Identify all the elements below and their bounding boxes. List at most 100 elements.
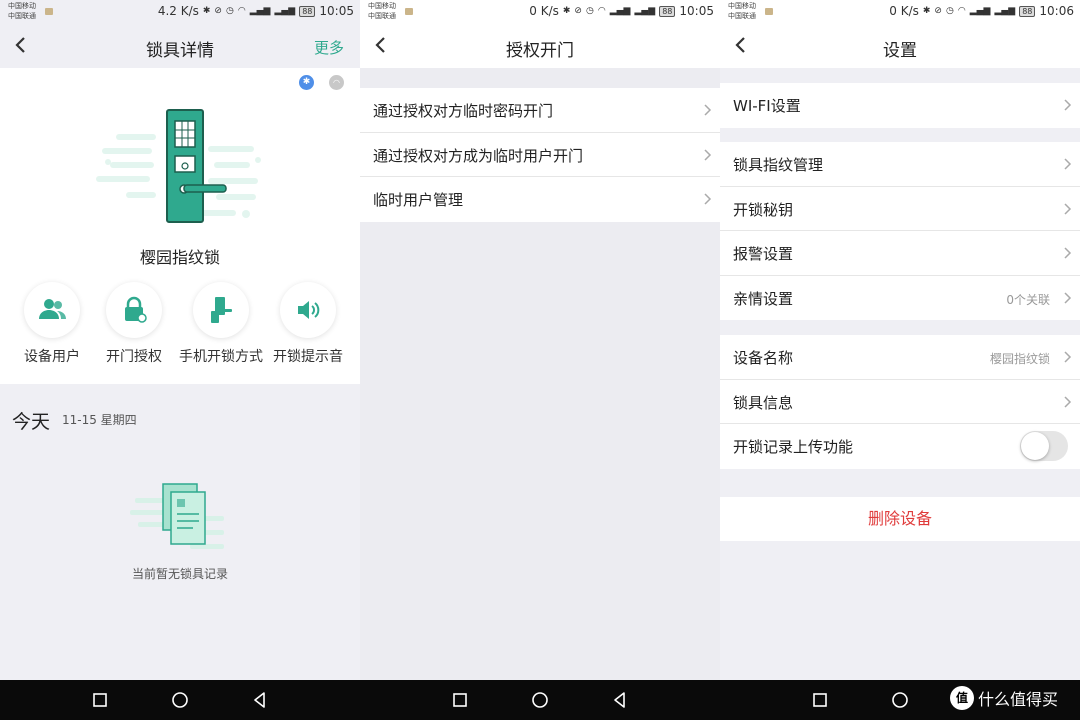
back-button[interactable] — [730, 30, 758, 60]
watermark-logo-icon: 值 — [950, 686, 974, 710]
back-arrow-icon — [15, 37, 25, 53]
settings-screen: 中国移动 中国联通 0 K/s ✱ ⊘ ◷ ◠ ▂▄▆ ▂▄▆ 88 10:06… — [720, 0, 1080, 680]
row-value: 0个关联 — [1006, 292, 1050, 307]
carrier-1: 中国移动 — [8, 2, 36, 10]
feature-label: 开门授权 — [106, 349, 162, 365]
mute-icon: ⊘ — [214, 6, 222, 16]
page-title: 设置 — [883, 41, 917, 61]
temp-user-management-item[interactable]: 临时用户管理 — [360, 177, 720, 222]
back-arrow-icon — [735, 37, 745, 53]
home-icon[interactable] — [170, 690, 190, 710]
device-name-item[interactable]: 设备名称 樱园指纹锁 — [720, 335, 1080, 380]
unlock-key-item[interactable]: 开锁秘钥 — [720, 187, 1080, 231]
recent-apps-icon[interactable] — [90, 690, 110, 710]
status-right: 0 K/s ✱ ⊘ ◷ ◠ ▂▄▆ ▂▄▆ 88 10:05 — [529, 4, 714, 18]
feature-unlock-sound[interactable]: 开锁提示音 — [263, 282, 353, 366]
net-speed: 0 K/s — [529, 4, 559, 18]
signal-2-icon: ▂▄▆ — [274, 6, 296, 16]
page-title: 授权开门 — [506, 41, 574, 61]
fingerprint-management-item[interactable]: 锁具指纹管理 — [720, 142, 1080, 187]
bluetooth-status-icon: ✱ — [202, 6, 211, 16]
feature-phone-unlock[interactable]: 手机开锁方式 — [176, 282, 266, 366]
settings-group-lock: 锁具指纹管理 开锁秘钥 报警设置 亲情设置 0个关联 — [720, 142, 1080, 320]
today-heading: 今天 — [12, 411, 51, 433]
row-label: 亲情设置 — [733, 289, 794, 308]
row-label: WI-FI设置 — [733, 97, 801, 115]
row-label: 锁具指纹管理 — [733, 156, 824, 174]
alarm-icon: ◷ — [585, 6, 594, 16]
feature-door-auth[interactable]: 开门授权 — [89, 282, 179, 366]
page-title: 锁具详情 — [146, 41, 214, 61]
back-button[interactable] — [10, 30, 38, 60]
empty-records-text: 当前暂无锁具记录 — [131, 567, 228, 581]
chevron-right-icon — [1064, 395, 1072, 408]
clock: 10:05 — [319, 4, 354, 18]
wifi-status-icon: ◠ — [597, 6, 606, 16]
toggle-knob — [1021, 432, 1049, 460]
wifi-settings-item[interactable]: WI-FI设置 — [720, 83, 1080, 128]
carrier-2: 中国联通 — [728, 12, 756, 20]
bluetooth-icon: ✱ — [299, 75, 314, 90]
row-label: 临时用户管理 — [373, 191, 464, 209]
nav-bar: 授权开门 — [360, 24, 720, 68]
chevron-right-icon — [704, 148, 712, 161]
battery-icon: 88 — [1019, 5, 1036, 17]
recent-apps-icon[interactable] — [810, 690, 830, 710]
phone-unlock-icon — [193, 282, 249, 338]
home-icon[interactable] — [890, 690, 910, 710]
wifi-status-icon: ◠ — [237, 6, 246, 16]
watermark-text: 什么值得买 — [978, 690, 1059, 709]
carrier-labels: 中国移动 中国联通 — [8, 1, 36, 21]
auth-temp-password-item[interactable]: 通过授权对方临时密码开门 — [360, 88, 720, 133]
lock-info-item[interactable]: 锁具信息 — [720, 380, 1080, 424]
feature-label: 开锁提示音 — [273, 349, 343, 365]
carrier-labels: 中国移动 中国联通 — [728, 1, 756, 21]
feature-label: 手机开锁方式 — [179, 349, 263, 365]
family-settings-item[interactable]: 亲情设置 0个关联 — [720, 276, 1080, 321]
bluetooth-status-icon: ✱ — [922, 6, 931, 16]
carrier-2: 中国联通 — [368, 12, 396, 20]
auth-temp-user-item[interactable]: 通过授权对方成为临时用户开门 — [360, 133, 720, 177]
row-label: 锁具信息 — [733, 393, 794, 412]
empty-records-icon — [130, 483, 224, 549]
row-label: 通过授权对方成为临时用户开门 — [373, 146, 584, 165]
signal-2-icon: ▂▄▆ — [634, 6, 656, 16]
home-icon[interactable] — [530, 690, 550, 710]
more-button[interactable]: 更多 — [314, 37, 344, 58]
settings-group-device: 设备名称 樱园指纹锁 锁具信息 开锁记录上传功能 — [720, 335, 1080, 469]
clock: 10:06 — [1039, 4, 1074, 18]
battery-icon: 88 — [299, 5, 316, 17]
lock-detail-screen: 中国移动 中国联通 4.2 K/s ✱ ⊘ ◷ ◠ ▂▄▆ ▂▄▆ 88 10:… — [0, 0, 360, 680]
door-auth-screen: 中国移动 中国联通 0 K/s ✱ ⊘ ◷ ◠ ▂▄▆ ▂▄▆ 88 10:05… — [360, 0, 720, 680]
feature-device-users[interactable]: 设备用户 — [7, 282, 97, 366]
carrier-labels: 中国移动 中国联通 — [368, 1, 396, 21]
alarm-settings-item[interactable]: 报警设置 — [720, 231, 1080, 276]
chevron-right-icon — [1064, 158, 1072, 170]
row-label: 报警设置 — [733, 245, 794, 263]
back-button[interactable] — [370, 30, 398, 60]
recent-apps-icon[interactable] — [450, 690, 470, 710]
lock-auth-icon — [106, 282, 162, 338]
carrier-1: 中国移动 — [728, 2, 756, 10]
mute-icon: ⊘ — [934, 6, 942, 16]
back-nav-icon[interactable] — [250, 690, 270, 710]
system-nav-bar — [0, 680, 1080, 720]
row-label: 设备名称 — [733, 349, 794, 367]
back-nav-icon[interactable] — [610, 690, 630, 710]
chevron-right-icon — [1064, 351, 1072, 363]
users-icon — [24, 282, 80, 338]
signal-icon: ▂▄▆ — [609, 6, 631, 16]
status-right: 4.2 K/s ✱ ⊘ ◷ ◠ ▂▄▆ ▂▄▆ 88 10:05 — [158, 4, 354, 18]
upload-records-item: 开锁记录上传功能 — [720, 424, 1080, 469]
bluetooth-status-icon: ✱ — [562, 6, 571, 16]
upload-records-toggle[interactable] — [1020, 431, 1068, 461]
signal-2-icon: ▂▄▆ — [994, 6, 1016, 16]
row-label: 开锁记录上传功能 — [733, 438, 854, 456]
delete-device-button[interactable]: 删除设备 — [720, 497, 1080, 541]
signal-icon: ▂▄▆ — [969, 6, 991, 16]
today-date: 11-15 星期四 — [62, 413, 137, 427]
chevron-right-icon — [704, 193, 712, 205]
wifi-icon: ◠ — [329, 75, 344, 90]
clock: 10:05 — [679, 4, 714, 18]
screens: 中国移动 中国联通 4.2 K/s ✱ ⊘ ◷ ◠ ▂▄▆ ▂▄▆ 88 10:… — [0, 0, 1080, 680]
